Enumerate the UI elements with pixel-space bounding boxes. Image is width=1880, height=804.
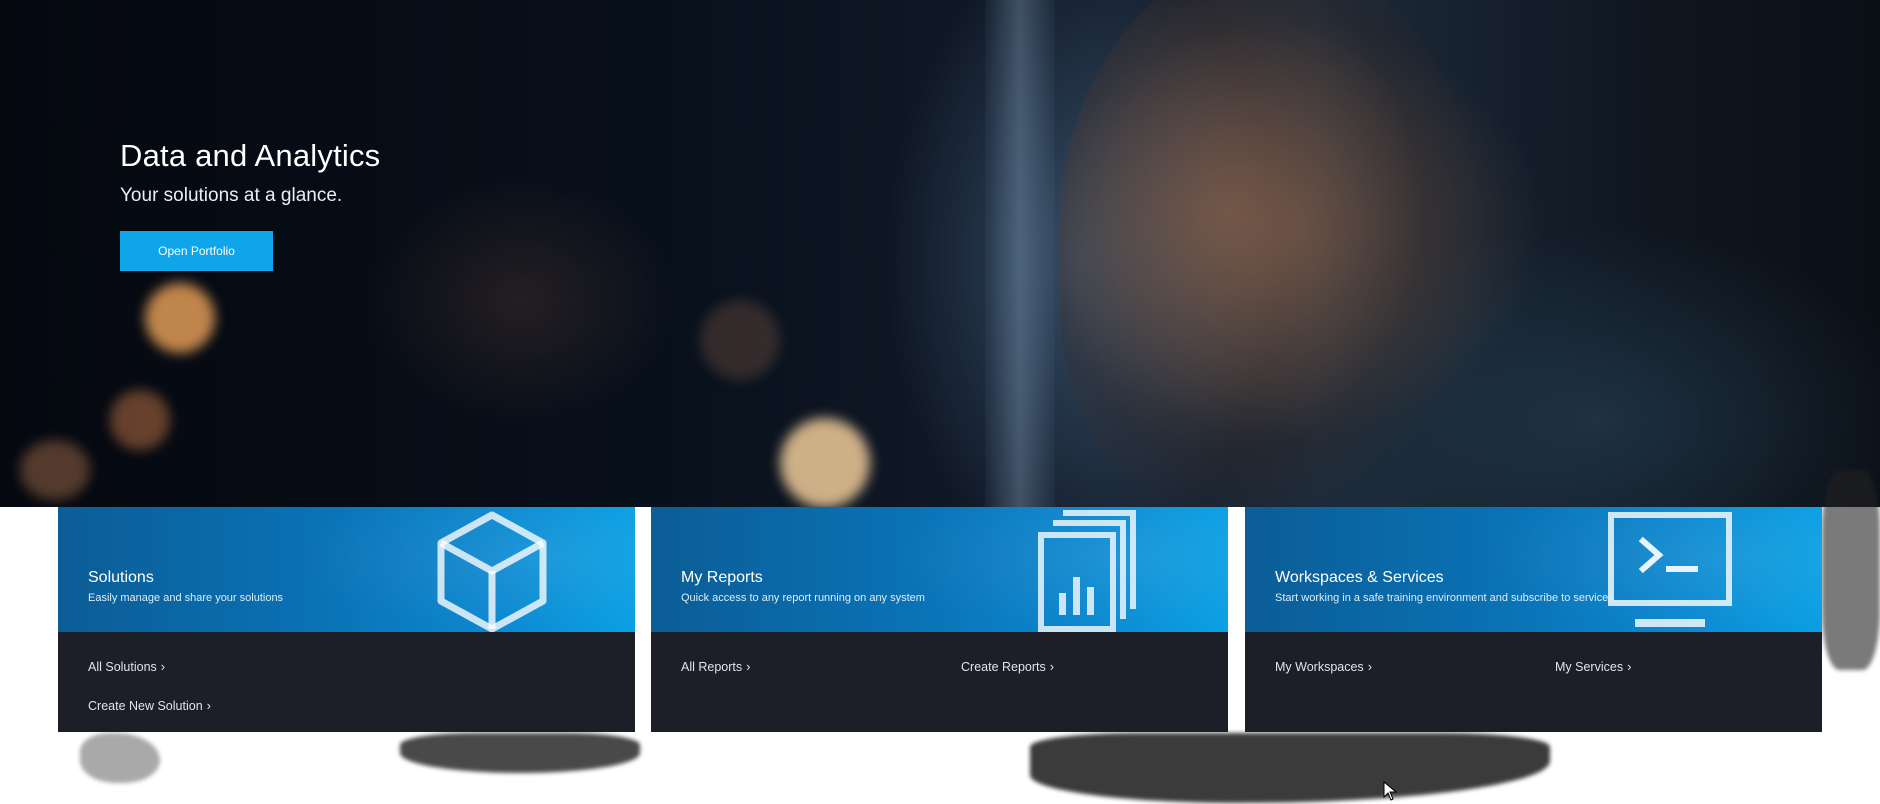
mouse-cursor-icon [1383, 781, 1398, 801]
card-header: My Reports Quick access to any report ru… [651, 507, 1228, 632]
solutions-card: Solutions Easily manage and share your s… [58, 507, 635, 732]
bokeh-light [110, 390, 170, 450]
chevron-right-icon: › [1367, 659, 1373, 674]
card-title: My Reports [681, 569, 763, 586]
cube-icon [437, 511, 547, 632]
bokeh-light [700, 300, 780, 380]
card-links: My Workspaces › My Services › [1245, 632, 1822, 732]
chevron-right-icon: › [1627, 659, 1632, 674]
chevron-right-icon: › [206, 698, 211, 713]
card-description: Quick access to any report running on an… [681, 592, 925, 604]
link-label: Create New Solution [88, 698, 203, 713]
link-label: All Reports [681, 659, 743, 674]
decorative-shadow [1030, 733, 1550, 803]
chevron-right-icon: › [746, 659, 751, 674]
bokeh-light [20, 440, 90, 500]
chevron-right-icon: › [160, 659, 166, 674]
create-reports-link[interactable]: Create Reports › [961, 659, 1054, 674]
my-services-link[interactable]: My Services › [1555, 659, 1631, 674]
card-links: All Reports › Create Reports › [651, 632, 1228, 732]
card-title: Solutions [88, 569, 154, 586]
link-label: Create Reports [961, 659, 1046, 674]
report-stack-icon [1038, 510, 1136, 632]
card-description: Easily manage and share your solutions [88, 592, 284, 604]
decorative-shadow [400, 733, 640, 773]
card-header: Solutions Easily manage and share your s… [58, 507, 635, 632]
link-label: My Services [1555, 659, 1624, 674]
card-header: Workspaces & Services Start working in a… [1245, 507, 1822, 632]
decorative-shadow [80, 733, 160, 783]
page-subtitle: Your solutions at a glance. [120, 185, 343, 206]
chevron-right-icon: › [1049, 659, 1055, 674]
background-panel [985, 0, 1055, 507]
terminal-monitor-icon [1608, 512, 1732, 627]
link-label: My Workspaces [1275, 659, 1364, 674]
page-title: Data and Analytics [120, 138, 381, 173]
open-portfolio-button[interactable]: Open Portfolio [120, 231, 273, 271]
hero-banner: Data and Analytics Your solutions at a g… [0, 0, 1880, 507]
all-solutions-link[interactable]: All Solutions › [88, 659, 165, 674]
hero-photo [1060, 0, 1480, 507]
all-reports-link[interactable]: All Reports › [681, 659, 750, 674]
workspaces-card: Workspaces & Services Start working in a… [1245, 507, 1822, 732]
reports-card: My Reports Quick access to any report ru… [651, 507, 1228, 732]
create-new-solution-link[interactable]: Create New Solution › [88, 698, 211, 713]
card-title: Workspaces & Services [1275, 569, 1444, 586]
link-label: All Solutions [88, 659, 157, 674]
bokeh-light [780, 418, 870, 507]
my-workspaces-link[interactable]: My Workspaces › [1275, 659, 1372, 674]
hero-text: Data and Analytics Your solutions at a g… [120, 138, 380, 207]
bokeh-light [145, 283, 215, 353]
card-links: All Solutions › Create New Solution › [58, 632, 635, 732]
decorative-shadow [1822, 470, 1880, 670]
card-description: Start working in a safe training environ… [1275, 592, 1614, 604]
